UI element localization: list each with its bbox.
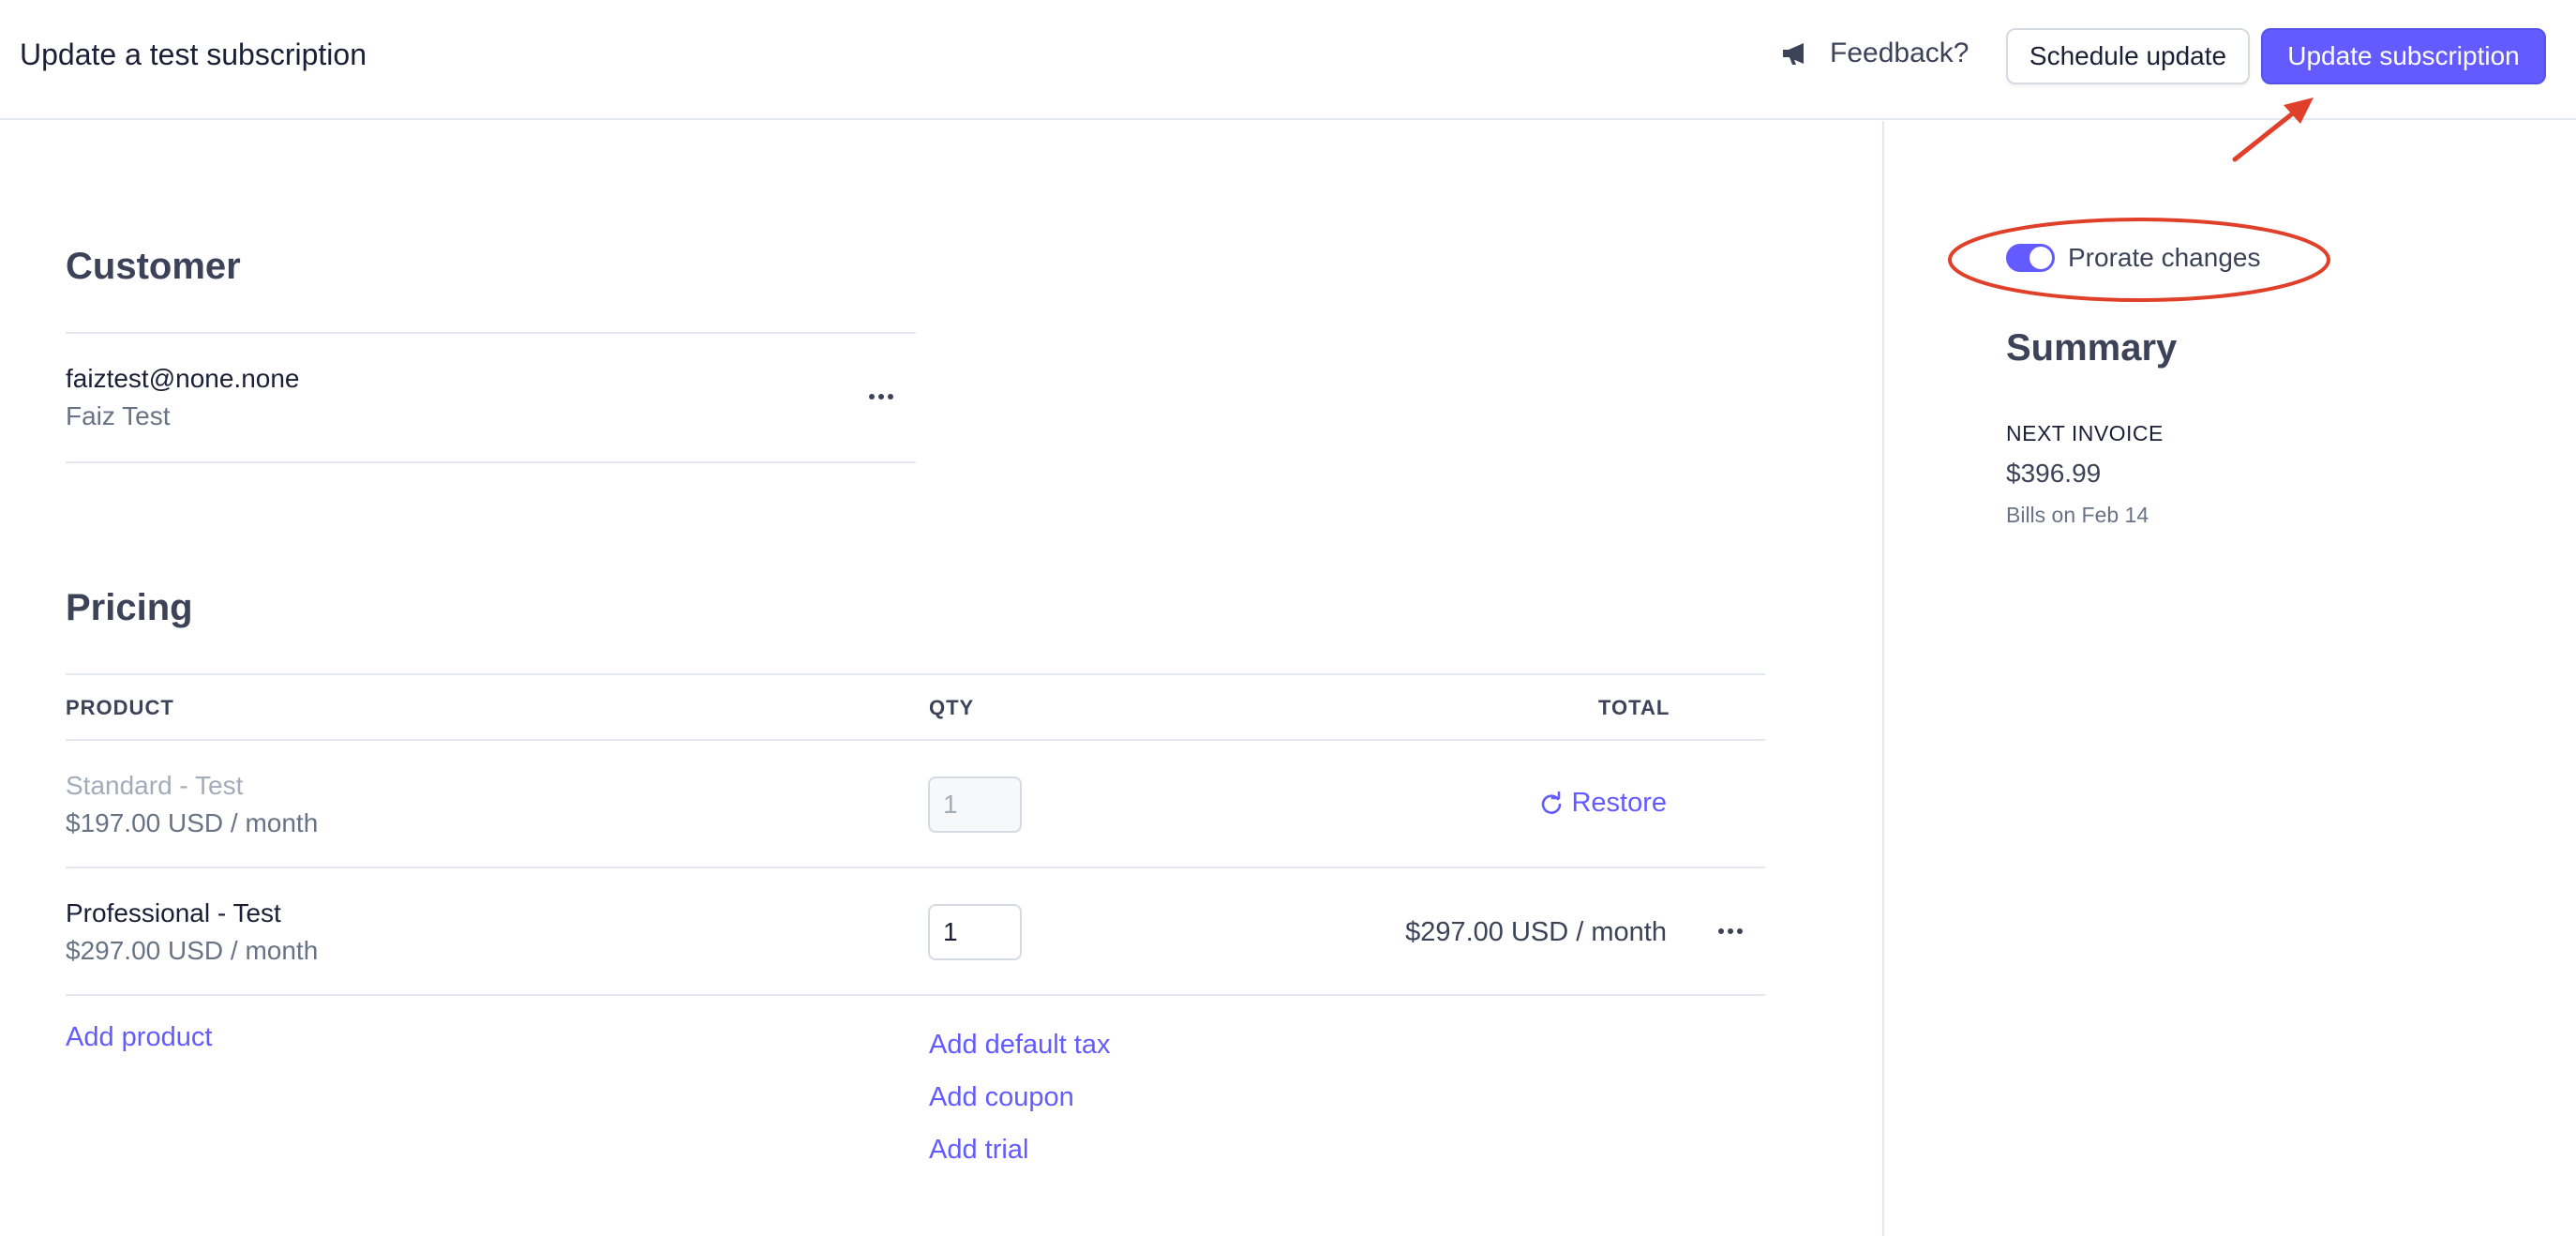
product-price: $297.00 USD / month [66,936,319,965]
page-title: Update a test subscription [20,38,367,71]
product-name: Professional - Test [66,898,281,927]
customer-divider-bottom [66,461,916,463]
prorate-label: Prorate changes [2068,243,2261,272]
pricing-row-divider [66,867,1765,868]
product-name: Standard - Test [66,771,244,800]
column-header-qty: QTY [929,696,975,719]
dot-icon [1737,928,1743,934]
megaphone-icon [1783,43,1804,65]
next-invoice-label: NEXT INVOICE [2006,421,2164,445]
customer-divider-top [66,332,916,334]
feedback-label: Feedback? [1830,38,1969,68]
add-trial-link[interactable]: Add trial [929,1135,1028,1166]
next-invoice-amount: $396.99 [2006,459,2102,488]
line-total: $297.00 USD / month [1405,917,1667,947]
bills-on-date: Bills on Feb 14 [2006,503,2149,527]
dot-icon [888,394,893,399]
prorate-toggle[interactable] [2006,244,2055,272]
restore-label: Restore [1571,788,1667,818]
customer-email: faiztest@none.none [66,364,300,393]
dot-icon [869,394,875,399]
prorate-toggle-row[interactable]: Prorate changes [2006,243,2260,273]
column-header-total: TOTAL [1598,696,1670,719]
dot-icon [1718,928,1724,934]
quantity-input-disabled: 1 [928,776,1022,833]
product-price: $197.00 USD / month [66,808,319,837]
line-item-more-button[interactable] [1712,917,1749,945]
customer-section-title: Customer [66,246,241,287]
toggle-knob [2029,247,2052,269]
column-header-product: PRODUCT [66,696,174,719]
summary-title: Summary [2006,327,2178,369]
pricing-divider-bottom [66,994,1765,996]
dot-icon [878,394,884,399]
top-bar: Update a test subscription Feedback? Sch… [0,0,2576,120]
restore-button[interactable]: Restore [1539,788,1667,819]
add-product-link[interactable]: Add product [66,1022,212,1053]
pricing-section-title: Pricing [66,587,193,628]
update-subscription-button[interactable]: Update subscription [2261,28,2546,84]
summary-sidebar: Prorate changes Summary NEXT INVOICE $39… [1882,121,2576,1236]
schedule-update-button[interactable]: Schedule update [2006,28,2250,84]
dot-icon [1728,928,1733,934]
add-default-tax-link[interactable]: Add default tax [929,1030,1110,1061]
customer-more-button[interactable] [862,383,900,411]
quantity-input[interactable]: 1 [928,904,1022,960]
restore-icon [1542,791,1562,814]
add-coupon-link[interactable]: Add coupon [929,1082,1074,1113]
pricing-header-divider [66,739,1765,741]
pricing-divider-top [66,673,1765,675]
feedback-button[interactable]: Feedback? [1781,38,1969,69]
customer-name: Faiz Test [66,401,171,430]
